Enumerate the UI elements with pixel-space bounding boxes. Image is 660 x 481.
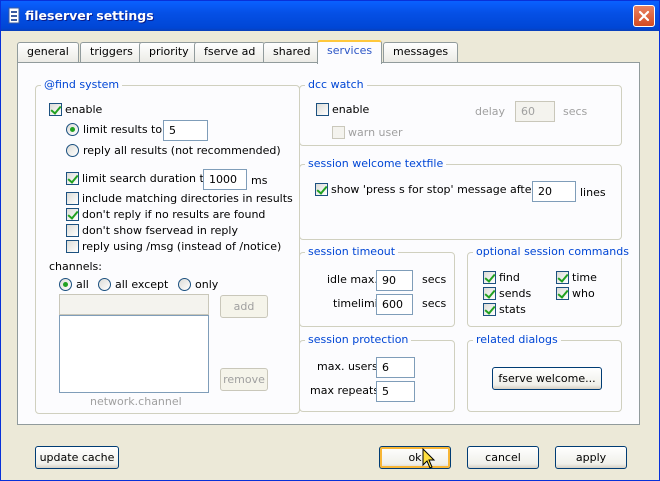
tab-shared[interactable]: shared: [263, 42, 321, 62]
tab-services[interactable]: services: [317, 40, 383, 64]
close-icon: [638, 10, 650, 22]
tab-priority[interactable]: priority: [139, 42, 199, 62]
title-bar[interactable]: fileserver settings: [1, 1, 659, 31]
max-repeats-label: max repeats: [310, 384, 380, 397]
delay-input[interactable]: [515, 101, 555, 122]
show-stop-message-checkbox[interactable]: show 'press s for stop' message after: [315, 183, 536, 196]
session-welcome-group: session welcome textfile show 'press s f…: [299, 157, 622, 240]
dcc-watch-group: dcc watch enable delay secs warn user: [299, 78, 622, 146]
channels-only-radio[interactable]: only: [178, 278, 218, 291]
tab-general[interactable]: general: [17, 42, 79, 62]
limit-results-radio[interactable]: limit results to: [66, 123, 162, 136]
network-channel-label: network.channel: [90, 395, 182, 408]
ok-button[interactable]: ok: [379, 446, 451, 469]
limit-results-input[interactable]: [163, 120, 208, 141]
cancel-button[interactable]: cancel: [467, 446, 539, 469]
timelimit-input[interactable]: [376, 294, 413, 315]
ms-label: ms: [251, 174, 268, 187]
idle-secs-label: secs: [422, 273, 447, 286]
related-dialogs-title: related dialogs: [473, 333, 561, 346]
lines-label: lines: [580, 186, 606, 199]
cmd-find-checkbox[interactable]: find: [483, 271, 520, 284]
max-users-label: max. users: [317, 360, 378, 373]
limit-duration-input[interactable]: [203, 169, 247, 190]
optional-commands-title: optional session commands: [473, 245, 632, 258]
tab-triggers[interactable]: triggers: [80, 42, 143, 62]
remove-button[interactable]: remove: [220, 368, 268, 391]
dont-reply-checkbox[interactable]: don't reply if no results are found: [66, 208, 265, 221]
timelimit-label: timelimit: [333, 297, 383, 310]
tab-fserve-ad[interactable]: fserve ad: [194, 42, 266, 62]
tab-messages[interactable]: messages: [383, 42, 459, 62]
find-enable-checkbox[interactable]: enable: [49, 103, 102, 116]
channels-label: channels:: [49, 260, 102, 273]
update-cache-button[interactable]: update cache: [35, 446, 119, 469]
reply-all-radio[interactable]: reply all results (not recommended): [66, 144, 281, 157]
cmd-who-checkbox[interactable]: who: [556, 287, 595, 300]
session-protection-group: session protection max. users max repeat…: [299, 333, 455, 412]
app-icon: [8, 7, 20, 24]
reply-msg-checkbox[interactable]: reply using /msg (instead of /notice): [66, 240, 281, 253]
fserve-welcome-button[interactable]: fserve welcome...: [492, 367, 602, 390]
mouse-pointer-icon: [422, 448, 436, 469]
window-title: fileserver settings: [25, 8, 154, 23]
channels-all-radio[interactable]: all: [59, 278, 89, 291]
apply-button[interactable]: apply: [555, 446, 627, 469]
session-timeout-title: session timeout: [305, 245, 399, 258]
dont-show-fservead-checkbox[interactable]: don't show fservead in reply: [66, 224, 238, 237]
timelimit-secs-label: secs: [422, 297, 447, 310]
channel-list[interactable]: [59, 315, 209, 393]
optional-commands-group: optional session commands find time send…: [467, 245, 632, 327]
warn-user-checkbox[interactable]: warn user: [332, 126, 403, 139]
cmd-time-checkbox[interactable]: time: [556, 271, 597, 284]
channels-all-except-radio[interactable]: all except: [98, 278, 168, 291]
checkbox-box[interactable]: [49, 103, 62, 116]
max-users-input[interactable]: [376, 357, 415, 378]
close-button[interactable]: [633, 5, 655, 27]
find-system-title: @find system: [41, 78, 123, 91]
find-system-group: @find system enable limit results to rep…: [35, 78, 300, 414]
settings-window: fileserver settings general triggers pri…: [0, 0, 660, 481]
channel-input[interactable]: [59, 294, 209, 315]
add-button[interactable]: add: [220, 295, 268, 318]
dcc-watch-title: dcc watch: [305, 78, 367, 91]
idle-max-input[interactable]: [376, 270, 413, 291]
limit-duration-checkbox[interactable]: limit search duration to: [66, 172, 211, 185]
delay-secs-label: secs: [563, 105, 588, 118]
session-timeout-group: session timeout idle max. secs timelimit…: [299, 245, 455, 327]
dcc-enable-checkbox[interactable]: enable: [316, 103, 369, 116]
max-repeats-input[interactable]: [376, 381, 415, 402]
lines-input[interactable]: [532, 181, 576, 202]
idle-max-label: idle max.: [327, 273, 378, 286]
cmd-sends-checkbox[interactable]: sends: [483, 287, 531, 300]
related-dialogs-group: related dialogs fserve welcome...: [467, 333, 622, 412]
delay-label: delay: [475, 105, 506, 118]
session-protection-title: session protection: [305, 333, 412, 346]
session-welcome-title: session welcome textfile: [305, 157, 447, 170]
include-dirs-checkbox[interactable]: include matching directories in results: [66, 192, 293, 205]
cmd-stats-checkbox[interactable]: stats: [483, 303, 526, 316]
services-panel: @find system enable limit results to rep…: [17, 62, 640, 425]
